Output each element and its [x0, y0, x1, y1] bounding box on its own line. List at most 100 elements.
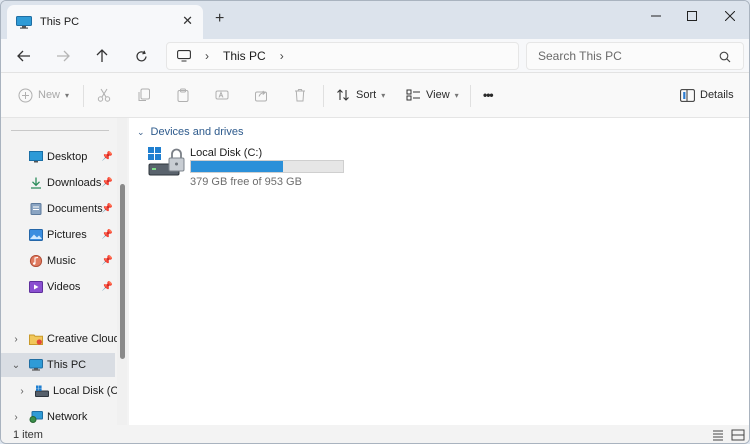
documents-icon [29, 203, 43, 215]
pin-icon[interactable]: 📌 [102, 229, 113, 240]
item-count: 1 item [13, 429, 43, 441]
maximize-icon [687, 11, 697, 21]
title-bar: This PC ✕ + [1, 1, 749, 39]
divider [470, 85, 471, 107]
sidebar-item-documents[interactable]: Documents 📌 [1, 197, 117, 221]
tab-this-pc[interactable]: This PC ✕ [7, 5, 203, 39]
chevron-right-icon[interactable]: › [9, 334, 23, 345]
content-area: ⌄ Devices and drives Local Disk (C:) 379… [129, 118, 749, 425]
paste-button[interactable] [175, 83, 196, 107]
sidebar-item-label: Videos [47, 281, 81, 293]
network-icon [29, 411, 43, 423]
drive-usage-fill [191, 161, 283, 172]
minimize-icon [651, 15, 661, 17]
videos-icon [29, 281, 43, 293]
desktop-icon [29, 151, 43, 163]
divider [323, 85, 324, 107]
downloads-icon [29, 177, 43, 189]
sidebar-item-downloads[interactable]: Downloads 📌 [1, 171, 117, 195]
chevron-down-icon[interactable]: ⌄ [137, 127, 145, 138]
add-circle-icon [17, 87, 33, 103]
chevron-right-icon[interactable]: › [15, 386, 29, 397]
new-tab-button[interactable]: + [215, 11, 224, 27]
drive-name: Local Disk (C:) [190, 147, 263, 159]
new-label: New [38, 89, 61, 101]
sidebar-item-label: Local Disk (C:) [53, 385, 117, 397]
pin-icon[interactable]: 📌 [102, 255, 113, 266]
up-button[interactable] [89, 43, 115, 69]
address-row: › This PC › [1, 39, 749, 73]
sidebar-item-creative-cloud[interactable]: › Creative Cloud F [1, 327, 117, 351]
back-button[interactable] [11, 43, 37, 69]
sidebar-item-label: Desktop [47, 151, 88, 163]
close-window-button[interactable] [715, 6, 745, 26]
share-button[interactable] [253, 83, 274, 107]
command-bar: New ▾ Sort ▾ View ▾ ••• Details [1, 73, 749, 118]
scissors-icon [96, 87, 112, 103]
refresh-icon [135, 50, 147, 61]
drive-item-c[interactable]: Local Disk (C:) 379 GB free of 953 GB [147, 146, 359, 190]
divider [11, 130, 109, 131]
delete-button[interactable] [292, 83, 313, 107]
drive-free-space: 379 GB free of 953 GB [190, 176, 302, 188]
search-box[interactable] [526, 42, 744, 70]
details-button[interactable]: Details [679, 83, 734, 107]
chevron-down-icon: ▾ [454, 90, 459, 100]
close-icon [725, 11, 735, 21]
pin-icon[interactable]: 📌 [102, 203, 113, 214]
search-icon [719, 51, 731, 63]
tab-close-icon[interactable]: ✕ [182, 14, 193, 28]
view-label: View [426, 89, 450, 101]
scrollbar-thumb[interactable] [120, 184, 125, 359]
chevron-down-icon: ▾ [65, 90, 70, 100]
minimize-button[interactable] [641, 6, 671, 26]
chevron-right-icon[interactable]: › [9, 412, 23, 423]
drive-usage-bar [190, 160, 344, 173]
pin-icon[interactable]: 📌 [102, 177, 113, 188]
sidebar-item-music[interactable]: Music 📌 [1, 249, 117, 273]
breadcrumb-chevron-icon[interactable]: › [205, 49, 209, 63]
arrow-up-icon [96, 49, 108, 62]
more-options-button[interactable]: ••• [483, 83, 494, 107]
refresh-button[interactable] [128, 43, 154, 69]
sidebar-item-desktop[interactable]: Desktop 📌 [1, 145, 117, 169]
sidebar-item-pictures[interactable]: Pictures 📌 [1, 223, 117, 247]
drive-icon [35, 385, 49, 397]
sidebar-item-label: Network [47, 411, 88, 423]
cut-button[interactable] [96, 83, 117, 107]
forward-button[interactable] [50, 43, 76, 69]
details-view-icon[interactable] [711, 428, 725, 442]
pin-icon[interactable]: 📌 [102, 151, 113, 162]
view-icon [405, 87, 421, 103]
sort-button[interactable]: Sort ▾ [335, 83, 385, 107]
search-input[interactable] [538, 49, 708, 63]
breadcrumb-this-pc[interactable]: This PC [223, 49, 266, 63]
sidebar-item-local-disk[interactable]: › Local Disk (C:) [1, 379, 117, 403]
tiles-view-icon[interactable] [731, 428, 745, 442]
copy-icon [136, 87, 152, 103]
arrow-left-icon [17, 50, 30, 62]
new-button[interactable]: New ▾ [17, 83, 69, 107]
copy-button[interactable] [136, 83, 157, 107]
address-bar[interactable]: › This PC › [166, 42, 519, 70]
pictures-icon [29, 229, 43, 241]
sidebar-item-label: Creative Cloud F [47, 333, 117, 345]
sidebar-item-label: Music [47, 255, 76, 267]
sidebar-item-this-pc[interactable]: ⌄ This PC [1, 353, 115, 377]
maximize-button[interactable] [677, 6, 707, 26]
details-label: Details [700, 89, 734, 101]
group-header-devices[interactable]: ⌄ Devices and drives [137, 126, 243, 138]
chevron-down-icon: ▾ [381, 90, 386, 100]
view-button[interactable]: View ▾ [405, 83, 459, 107]
sidebar-item-label: Downloads [47, 177, 102, 189]
sidebar-item-videos[interactable]: Videos 📌 [1, 275, 117, 299]
pin-icon[interactable]: 📌 [102, 281, 113, 292]
chevron-down-icon[interactable]: ⌄ [9, 360, 23, 371]
status-bar: 1 item [1, 425, 749, 443]
breadcrumb-chevron-icon[interactable]: › [280, 49, 284, 63]
divider [83, 85, 84, 107]
trash-icon [292, 87, 308, 103]
clipboard-icon [175, 87, 191, 103]
sort-icon [335, 87, 351, 103]
rename-button[interactable] [214, 83, 235, 107]
